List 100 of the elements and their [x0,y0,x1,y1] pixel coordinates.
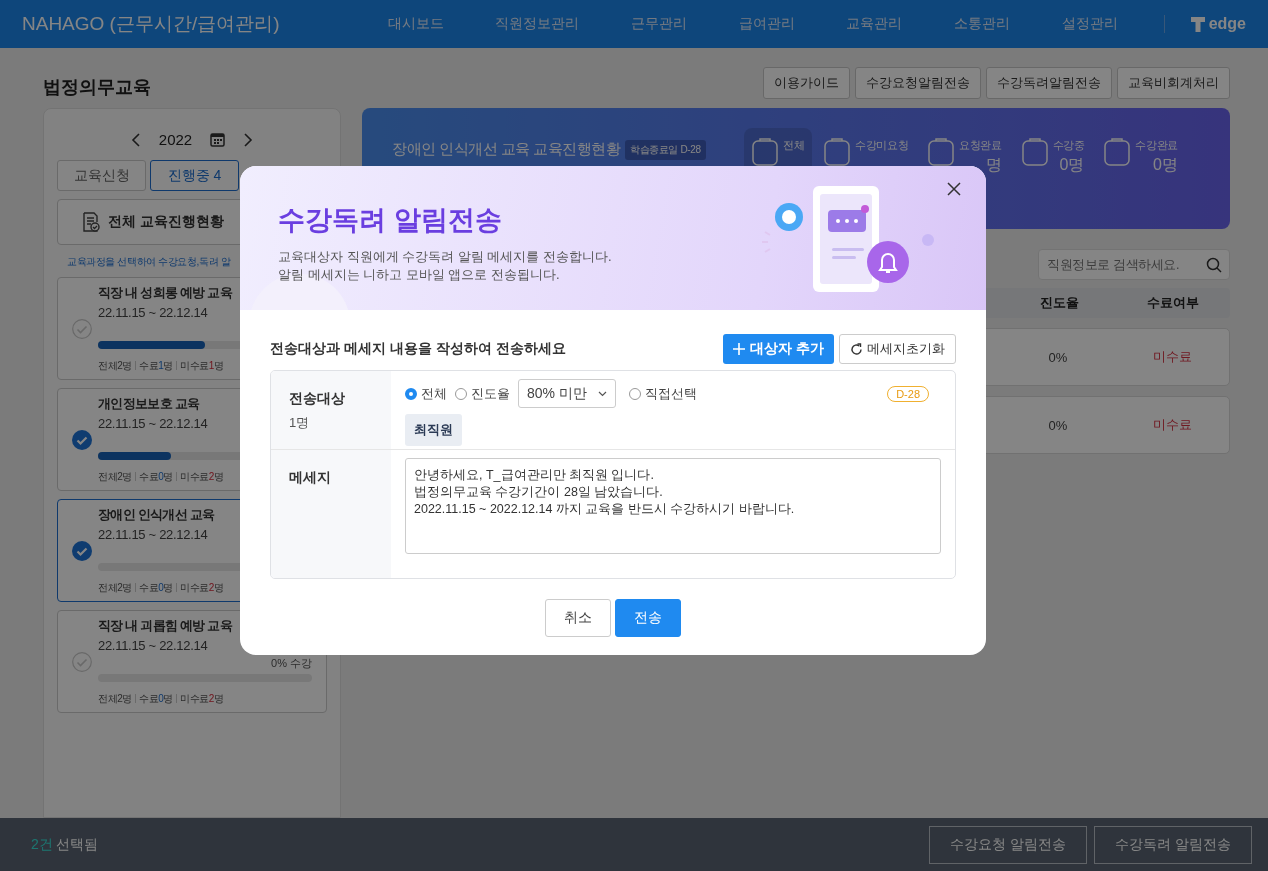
status-label: 수강완료 [1135,138,1178,153]
radio-label: 직접선택 [645,384,697,403]
radio-label: 전체 [421,384,447,403]
status-label: 수강미요청 [855,138,909,153]
radio-button[interactable] [629,387,641,400]
send-notification-button[interactable]: 수강독려 알림전송 [1094,825,1252,864]
t-logo-icon [1188,15,1207,33]
clipboard-icon [824,138,851,166]
status-label: 전체 [783,138,805,153]
count-text: 미수료1명 [179,358,224,373]
count-text: 전체2명 [98,469,132,484]
table-cell-text: 미수료 [1151,348,1193,366]
nav-menu-item[interactable]: 직원정보관리 [495,15,580,33]
status-count: 0명 [1152,155,1178,175]
toolbar-button[interactable]: 수강요청알림전송 [855,67,981,99]
close-icon[interactable] [946,181,962,197]
status-filter[interactable]: 수강미요청 [816,128,917,186]
radio-option[interactable]: 전체 [405,384,447,403]
recipient-chip[interactable]: 최직원 [405,414,462,446]
chevron-right-icon[interactable] [243,132,254,147]
count-text: 수료0명 [139,469,173,484]
recipient-count: 1명 [289,414,311,432]
radio-button[interactable] [455,387,467,400]
radio-option[interactable]: 직접선택 [629,384,697,403]
selected-label: 선택됨 [55,835,98,854]
count-text: 수료1명 [139,358,173,373]
course-title: 개인정보보호 교육 [98,395,200,413]
toolbar-button[interactable]: 이용가이드 [763,67,850,99]
course-title: 직장 내 성희롱 예방 교육 [98,284,233,302]
status-label: 요청완료 [959,138,1002,153]
table-cell-text: 0% [1047,417,1069,433]
count-text: 전체2명 [98,358,132,373]
search-field[interactable]: 직원정보로 검색하세요. [1038,249,1230,280]
status-count: 명 [985,155,1002,175]
toolbar-button[interactable]: 수강독려알림전송 [986,67,1112,99]
course-title: 직장 내 괴롭힘 예방 교육 [98,617,233,635]
document-check-icon [82,212,100,232]
count-text: 수료0명 [139,580,173,595]
send-notification-button[interactable]: 수강요청 알림전송 [929,825,1088,864]
search-icon[interactable] [1206,257,1222,273]
send-button[interactable]: 전송 [615,599,681,637]
status-count: 0명 [1059,155,1085,175]
modal-description: 교육대상자 직원에게 수강독려 알림 메세지를 전송합니다. [278,248,612,266]
count-text: 전체2명 [98,580,132,595]
radio-label: 진도율 [471,384,510,403]
year-label: 2022 [158,131,193,148]
app-title: NAHAGO (근무시간/급여관리) [22,12,281,36]
clipboard-icon [928,138,955,166]
clipboard-icon [1021,138,1048,166]
cancel-button[interactable]: 취소 [545,599,611,637]
page-title: 법정의무교육 [43,76,151,99]
count-text: 전체2명 [98,691,132,706]
nav-menu-item[interactable]: 근무관리 [631,15,688,33]
nav-menu-item[interactable]: 대시보드 [387,15,444,33]
nav-menu-item[interactable]: 급여관리 [738,15,795,33]
progress-text: 0% 수강 [271,655,312,671]
banner-title: 장애인 인식개선 교육 교육진행현황 [392,140,621,159]
add-recipient-button[interactable]: 대상자 추가 [723,334,834,364]
nav-menu-item[interactable]: 소통관리 [954,15,1011,33]
reset-message-button[interactable]: 메세지초기화 [839,334,956,364]
count-text: 미수료2명 [179,580,224,595]
check-circle-icon[interactable] [72,429,92,450]
table-cell-text: 미수료 [1151,416,1193,434]
count-text: 미수료2명 [179,469,224,484]
course-dates: 22.11.15 ~ 22.12.14 [98,637,208,653]
nav-menu-item[interactable]: 설정관리 [1061,15,1118,33]
status-filter[interactable]: 수강완료 0명 [1096,128,1186,186]
course-title: 장애인 인식개선 교육 [98,506,215,524]
chevron-down-icon [598,390,607,397]
course-dates: 22.11.15 ~ 22.12.14 [98,526,208,542]
course-dates: 22.11.15 ~ 22.12.14 [98,415,208,431]
status-label: 수강중 [1052,138,1085,153]
check-circle-icon[interactable] [72,540,92,561]
hint-text: 교육과정을 선택하여 수강요청,독려 알 [67,255,231,269]
table-cell-text: 0% [1047,349,1069,365]
course-dates: 22.11.15 ~ 22.12.14 [98,304,208,320]
column-header: 진도율 [1038,294,1080,312]
calendar-icon[interactable] [210,132,226,147]
check-circle-icon[interactable] [72,651,92,672]
refresh-icon [850,342,863,356]
nav-menu-item[interactable]: 교육관리 [846,15,903,33]
progress-dropdown[interactable]: 80% 미만 [518,379,616,408]
radio-button[interactable] [405,387,417,400]
selected-count: 2건 [31,835,53,854]
check-circle-icon[interactable] [72,318,92,339]
chevron-left-icon[interactable] [130,132,141,147]
toolbar-button[interactable]: 교육비회계처리 [1117,67,1230,99]
column-header: 수료여부 [1146,294,1200,312]
clipboard-icon [1104,138,1131,166]
count-text: 미수료2명 [179,691,224,706]
clipboard-icon [752,138,778,166]
tab[interactable]: 진행중 4 [150,160,239,191]
count-text: 수료0명 [139,691,173,706]
logo-text: edge [1208,15,1246,33]
plus-icon [733,343,746,355]
tab[interactable]: 교육신청 [57,160,146,191]
message-field[interactable]: 안녕하세요, T_급여관리만 최직원 입니다. 법정의무교육 수강기간이 28일 남았습니다. 2022.11.15 ~ 2022.12.14 까지 교육을 반드시 수강하시기 바랍니다. [405,458,941,554]
status-filter[interactable]: 수강중 0명 [1013,128,1093,186]
radio-option[interactable]: 진도율 [455,384,510,403]
status-filter[interactable]: 요청완료 명 [920,128,1010,186]
